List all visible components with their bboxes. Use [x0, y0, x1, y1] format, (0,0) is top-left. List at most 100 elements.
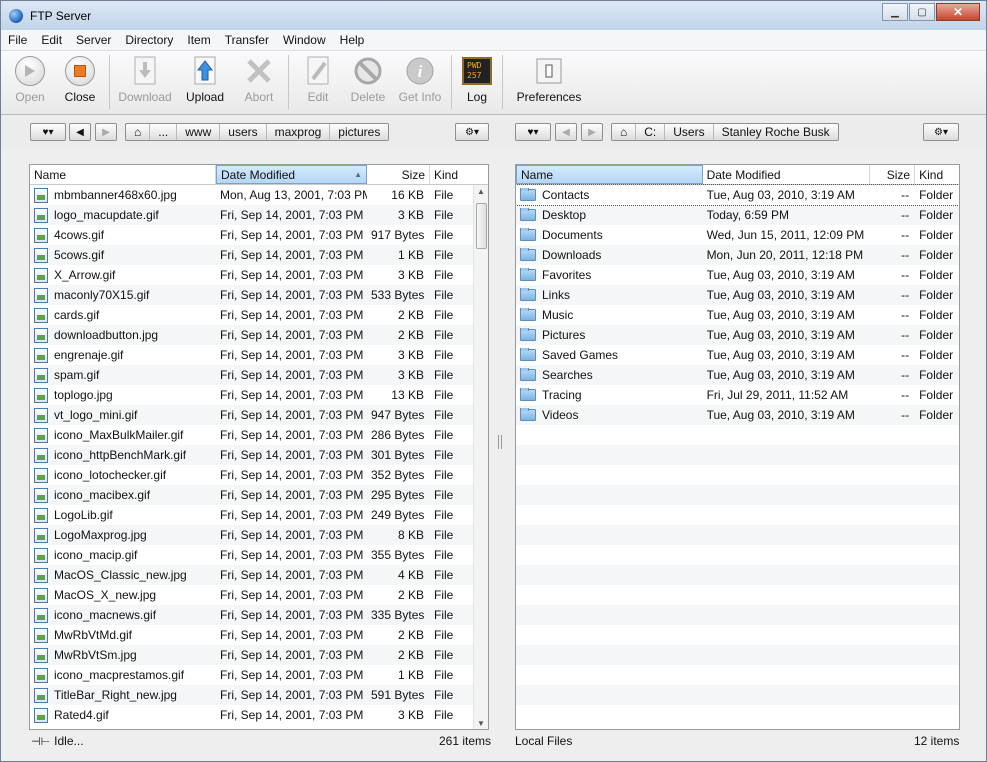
file-row[interactable]: Rated4.gif Fri, Sep 14, 2001, 7:03 PM 3 KB…	[30, 705, 488, 725]
open-button[interactable]: Open	[5, 55, 55, 104]
folder-row[interactable]: Music Tue, Aug 03, 2010, 3:19 AM -- Folder	[516, 305, 959, 325]
folder-row[interactable]: Searches Tue, Aug 03, 2010, 3:19 AM -- Fold…	[516, 365, 959, 385]
menu-server[interactable]: Server	[69, 33, 118, 47]
local-file-list[interactable]: Name Date Modified Size Kind Contacts Tue…	[515, 164, 960, 730]
folder-row[interactable]: Videos Tue, Aug 03, 2010, 3:19 AM -- Folder	[516, 405, 959, 425]
file-row[interactable]: LogoMaxprog.jpg Fri, Sep 14, 2001, 7:03 P…	[30, 525, 488, 545]
column-header-size[interactable]: Size	[870, 165, 916, 184]
file-row[interactable]: MwRbVtMd.gif Fri, Sep 14, 2001, 7:03 PM 2 …	[30, 625, 488, 645]
file-row[interactable]: TitleBar_Right_new.jpg Fri, Sep 14, 2001,…	[30, 685, 488, 705]
file-row[interactable]: icono_macip.gif Fri, Sep 14, 2001, 7:03 P…	[30, 545, 488, 565]
breadcrumb-item[interactable]: Stanley Roche Busk	[714, 124, 838, 140]
forward-button[interactable]: ▶	[95, 123, 117, 141]
file-row[interactable]: 5cows.gif Fri, Sep 14, 2001, 7:03 PM 1 KB F…	[30, 245, 488, 265]
menu-edit[interactable]: Edit	[34, 33, 69, 47]
file-row[interactable]: maconly70X15.gif Fri, Sep 14, 2001, 7:03 …	[30, 285, 488, 305]
column-header-name[interactable]: Name	[516, 165, 703, 184]
scrollbar-thumb[interactable]	[476, 203, 487, 249]
breadcrumb-item[interactable]: Users	[665, 124, 714, 140]
favorites-dropdown[interactable]: ♥ ▾	[30, 123, 66, 141]
delete-button[interactable]: Delete	[343, 55, 393, 104]
get-info-button[interactable]: i Get Info	[393, 55, 447, 104]
folder-row[interactable]: Tracing Fri, Jul 29, 2011, 11:52 AM -- Fold…	[516, 385, 959, 405]
preferences-button[interactable]: Preferences	[507, 55, 591, 104]
column-header-name[interactable]: Name	[30, 165, 216, 184]
menu-window[interactable]: Window	[276, 33, 333, 47]
maximize-button[interactable]: ▢	[909, 3, 935, 21]
breadcrumb-item[interactable]: pictures	[330, 124, 388, 140]
folder-row[interactable]: Contacts Tue, Aug 03, 2010, 3:19 AM -- Fold…	[516, 184, 959, 206]
arrow-right-icon: ▶	[102, 126, 110, 138]
favorites-dropdown[interactable]: ♥ ▾	[515, 123, 551, 141]
gear-icon: ⚙	[465, 126, 474, 138]
file-row[interactable]: vt_logo_mini.gif Fri, Sep 14, 2001, 7:03 …	[30, 405, 488, 425]
breadcrumb-item[interactable]: maxprog	[267, 124, 331, 140]
close-window-button[interactable]: ✕	[936, 3, 980, 21]
log-button[interactable]: PWD 257 Log	[456, 55, 498, 104]
file-row[interactable]: MacOS_X_new.jpg Fri, Sep 14, 2001, 7:03 P…	[30, 585, 488, 605]
download-button[interactable]: Download	[114, 55, 176, 104]
column-header-kind[interactable]: Kind	[430, 165, 474, 184]
menu-help[interactable]: Help	[333, 33, 372, 47]
folder-row[interactable]: Desktop Today, 6:59 PM -- Folder	[516, 205, 959, 225]
file-row[interactable]: logo_macupdate.gif Fri, Sep 14, 2001, 7:0…	[30, 205, 488, 225]
column-header-date[interactable]: Date Modified ▲	[216, 165, 367, 184]
menu-directory[interactable]: Directory	[118, 33, 180, 47]
vertical-scrollbar[interactable]: ▲ ▼	[473, 185, 488, 729]
name-text: Saved Games	[542, 348, 619, 362]
pane-splitter[interactable]	[498, 435, 502, 449]
file-row[interactable]: mbmbanner468x60.jpg Mon, Aug 13, 2001, 7:…	[30, 185, 488, 205]
abort-button[interactable]: Abort	[234, 55, 284, 104]
file-row[interactable]: cards.gif Fri, Sep 14, 2001, 7:03 PM 2 KB F…	[30, 305, 488, 325]
scroll-down-icon[interactable]: ▼	[477, 719, 485, 728]
file-row[interactable]: MacOS_Classic_new.jpg Fri, Sep 14, 2001, …	[30, 565, 488, 585]
back-button[interactable]: ◀	[69, 123, 91, 141]
date-cell: Fri, Sep 14, 2001, 7:03 PM	[220, 588, 364, 602]
menu-file[interactable]: File	[1, 33, 34, 47]
title-bar[interactable]: FTP Server ▁ ▢ ✕	[1, 1, 986, 30]
folder-row[interactable]: Favorites Tue, Aug 03, 2010, 3:19 AM -- Fol…	[516, 265, 959, 285]
menu-item[interactable]: Item	[180, 33, 217, 47]
file-row[interactable]: engrenaje.gif Fri, Sep 14, 2001, 7:03 PM 3…	[30, 345, 488, 365]
folder-row[interactable]: Saved Games Tue, Aug 03, 2010, 3:19 AM -- F…	[516, 345, 959, 365]
file-row[interactable]: spam.gif Fri, Sep 14, 2001, 7:03 PM 3 KB Fi…	[30, 365, 488, 385]
breadcrumb-item[interactable]: www	[177, 124, 221, 140]
folder-row[interactable]: Links Tue, Aug 03, 2010, 3:19 AM -- Folder	[516, 285, 959, 305]
file-row[interactable]: MwRbVtSm.jpg Fri, Sep 14, 2001, 7:03 PM 2 …	[30, 645, 488, 665]
scroll-up-icon[interactable]: ▲	[477, 187, 485, 196]
file-row[interactable]: toplogo.jpg Fri, Sep 14, 2001, 7:03 PM 13 …	[30, 385, 488, 405]
breadcrumb-item[interactable]: users	[220, 124, 267, 140]
folder-row[interactable]: Pictures Tue, Aug 03, 2010, 3:19 AM -- Fold…	[516, 325, 959, 345]
remote-file-list[interactable]: Name Date Modified ▲ Size Kind mbmbanner…	[29, 164, 489, 730]
breadcrumb-item[interactable]: ...	[150, 124, 178, 140]
file-row[interactable]: icono_httpBenchMark.gif Fri, Sep 14, 2001…	[30, 445, 488, 465]
file-row[interactable]: icono_MaxBulkMailer.gif Fri, Sep 14, 2001…	[30, 425, 488, 445]
file-row[interactable]: 4cows.gif Fri, Sep 14, 2001, 7:03 PM 917 B…	[30, 225, 488, 245]
left-action-menu[interactable]: ⚙ ▾	[455, 123, 489, 141]
upload-button[interactable]: Upload	[176, 55, 234, 104]
file-row[interactable]: icono_macibex.gif Fri, Sep 14, 2001, 7:03…	[30, 485, 488, 505]
close-connection-button[interactable]: Close	[55, 55, 105, 104]
file-row[interactable]: icono_macnews.gif Fri, Sep 14, 2001, 7:03…	[30, 605, 488, 625]
size-cell: 295 Bytes	[371, 488, 425, 502]
back-button[interactable]: ◀	[555, 123, 577, 141]
file-row[interactable]: X_Arrow.gif Fri, Sep 14, 2001, 7:03 PM 3 K…	[30, 265, 488, 285]
file-row[interactable]: icono_lotochecker.gif Fri, Sep 14, 2001, …	[30, 465, 488, 485]
forward-button[interactable]: ▶	[581, 123, 603, 141]
date-cell: Fri, Sep 14, 2001, 7:03 PM	[220, 268, 364, 282]
file-row[interactable]: icono_macprestamos.gif Fri, Sep 14, 2001,…	[30, 665, 488, 685]
folder-row[interactable]: Documents Wed, Jun 15, 2011, 12:09 PM -- Fo…	[516, 225, 959, 245]
minimize-button[interactable]: ▁	[882, 3, 908, 21]
home-icon[interactable]: ⌂	[126, 124, 151, 140]
folder-row[interactable]: Downloads Mon, Jun 20, 2011, 12:18 PM -- Fo…	[516, 245, 959, 265]
edit-button[interactable]: Edit	[293, 55, 343, 104]
breadcrumb-item[interactable]: C:	[636, 124, 666, 140]
right-action-menu[interactable]: ⚙ ▾	[923, 123, 959, 141]
file-row[interactable]: LogoLib.gif Fri, Sep 14, 2001, 7:03 PM 249…	[30, 505, 488, 525]
column-header-size[interactable]: Size	[367, 165, 430, 184]
home-icon[interactable]: ⌂	[612, 124, 637, 140]
file-row[interactable]: downloadbutton.jpg Fri, Sep 14, 2001, 7:0…	[30, 325, 488, 345]
column-header-date[interactable]: Date Modified	[703, 165, 871, 184]
column-header-kind[interactable]: Kind	[915, 165, 959, 184]
menu-transfer[interactable]: Transfer	[218, 33, 276, 47]
